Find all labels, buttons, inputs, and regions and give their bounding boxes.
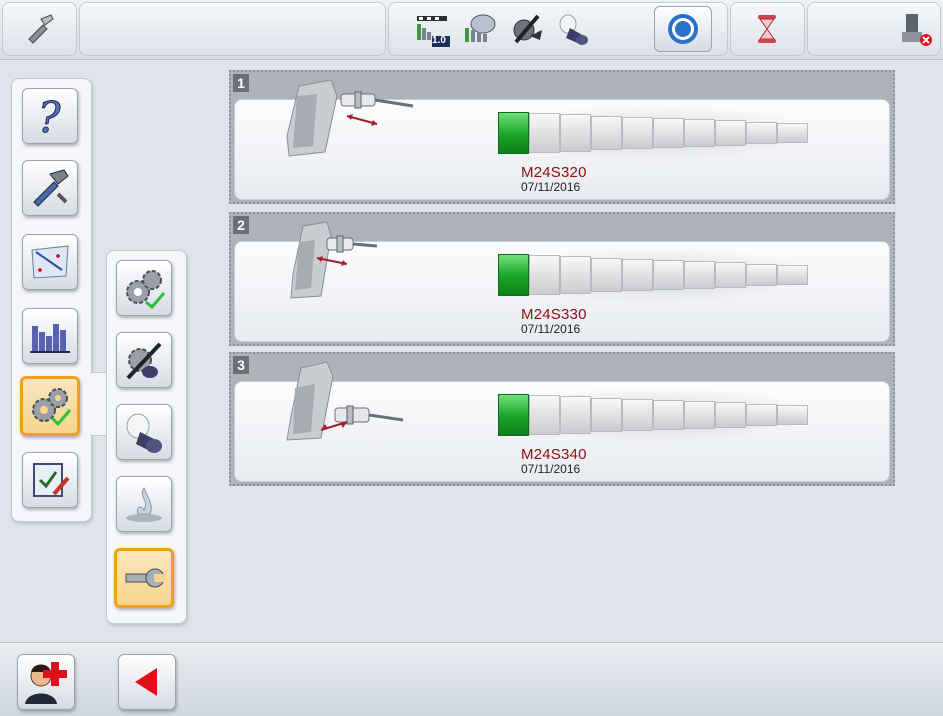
checklist-icon [33, 463, 70, 497]
gauge-segment-empty [591, 115, 622, 151]
speed-value: 1.0 [432, 35, 446, 46]
gauge-segment-empty [622, 116, 653, 150]
gauge-segment-empty [560, 114, 591, 152]
record-button[interactable] [654, 6, 712, 52]
program-date: 07/11/2016 [521, 322, 581, 336]
speed-icon[interactable]: 1.0 [413, 9, 453, 49]
bending-illustration-3 [281, 358, 421, 455]
gauge-segment-empty [777, 404, 808, 426]
program-number: 3 [233, 356, 249, 374]
back-button[interactable] [118, 654, 176, 710]
machine-settings-button[interactable] [116, 260, 172, 316]
part-icon[interactable] [555, 9, 595, 49]
bottom-toolbar [0, 642, 943, 716]
program-name: M24S340 [521, 446, 587, 463]
gauge-segment-empty [746, 403, 777, 427]
gauge-segment-empty [529, 395, 560, 435]
program-card-2[interactable]: 2 M24S330 07/11/2016 [229, 212, 895, 346]
program-card-1[interactable]: 1 M24S320 07/11/2016 [229, 70, 895, 204]
heating-button[interactable] [116, 476, 172, 532]
gauge-segment-filled [498, 254, 529, 296]
help-button[interactable]: ? [22, 88, 78, 144]
checklist-button[interactable] [22, 452, 78, 508]
gauge-segment-empty [715, 402, 746, 428]
gauge-segment-empty [529, 255, 560, 295]
disconnect-icon[interactable] [896, 9, 936, 49]
program-name: M24S320 [521, 164, 587, 181]
bending-illustration-2 [281, 218, 421, 315]
program-card-body: M24S320 07/11/2016 [234, 79, 890, 200]
gauge-segment-empty [746, 263, 777, 287]
program-number: 2 [233, 216, 249, 234]
coolant-icon[interactable] [460, 9, 500, 49]
record-icon [668, 14, 698, 44]
flame-icon [126, 486, 162, 522]
maintenance-button[interactable] [114, 548, 174, 608]
tool-icon[interactable] [20, 8, 60, 48]
tool-settings-button[interactable] [116, 332, 172, 388]
add-user-icon [25, 662, 67, 704]
tool-settings-icon [126, 342, 162, 380]
program-date: 07/11/2016 [521, 180, 581, 194]
gauge-segment-empty [653, 260, 684, 290]
gauge-segment-filled [498, 394, 529, 436]
gauge-segment-empty [560, 256, 591, 294]
hammer-tool-icon [33, 169, 69, 207]
gauge-segment-empty [591, 397, 622, 433]
progress-gauge [498, 110, 813, 156]
program-name: M24S330 [521, 306, 587, 323]
settings-button[interactable] [20, 376, 80, 436]
hourglass-icon [747, 9, 787, 49]
gauge-segment-empty [622, 398, 653, 432]
program-card-3[interactable]: 3 M24S340 07/11/2016 [229, 352, 895, 486]
program-card-body: M24S330 07/11/2016 [234, 221, 890, 342]
gauge-segment-empty [777, 264, 808, 286]
progress-gauge [498, 252, 813, 298]
gauge-segment-empty [715, 120, 746, 146]
settings-gears-icon [32, 388, 72, 427]
feed-icon[interactable] [507, 9, 547, 49]
gauge-segment-empty [560, 396, 591, 434]
add-user-button[interactable] [17, 654, 75, 710]
gauge-segment-filled [498, 112, 529, 154]
drawing-button[interactable] [22, 234, 78, 290]
top-toolbar: 1.0 [0, 0, 943, 60]
bending-illustration-1 [281, 76, 421, 173]
statistics-button[interactable] [22, 308, 78, 364]
back-arrow-icon [135, 668, 157, 696]
gauge-segment-empty [684, 261, 715, 289]
gauge-segment-empty [746, 121, 777, 145]
gauge-segment-empty [591, 257, 622, 293]
drawing-icon [31, 245, 69, 279]
histogram-icon [30, 324, 70, 353]
toolbar-segment-blank [79, 2, 386, 56]
workpiece-icon [126, 413, 162, 453]
program-date: 07/11/2016 [521, 462, 581, 476]
program-card-body: M24S340 07/11/2016 [234, 361, 890, 482]
help-icon: ? [38, 94, 62, 138]
gauge-segment-empty [715, 262, 746, 288]
gauge-segment-empty [529, 113, 560, 153]
progress-gauge [498, 392, 813, 438]
wrench-icon [125, 568, 166, 588]
gauge-segment-empty [622, 258, 653, 292]
tools-button[interactable] [22, 160, 78, 216]
gauge-segment-empty [653, 118, 684, 148]
gauge-segment-empty [777, 122, 808, 144]
gauge-segment-empty [653, 400, 684, 430]
svg-text:?: ? [38, 94, 61, 138]
gears-check-icon [126, 270, 166, 310]
gauge-segment-empty [684, 119, 715, 147]
program-number: 1 [233, 74, 249, 92]
workpiece-button[interactable] [116, 404, 172, 460]
gauge-segment-empty [684, 401, 715, 429]
